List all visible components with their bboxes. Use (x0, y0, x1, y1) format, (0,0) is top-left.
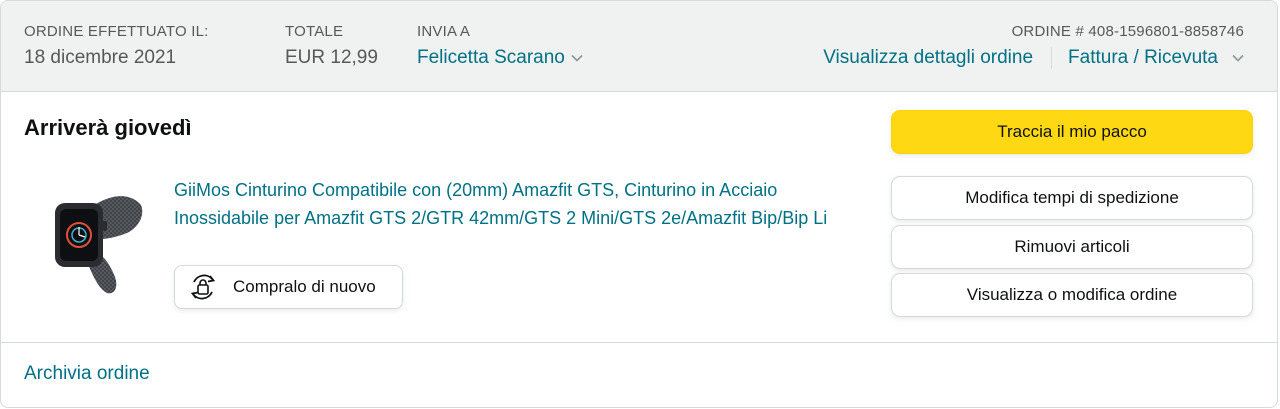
order-placed-value: 18 dicembre 2021 (24, 47, 177, 68)
total-label: TOTALE (285, 23, 344, 40)
ship-to-dropdown[interactable]: Felicetta Scarano (417, 45, 583, 71)
view-order-details-link[interactable]: Visualizza dettagli ordine (823, 47, 1033, 68)
footer-divider (1, 342, 1277, 343)
chevron-down-icon[interactable] (1232, 54, 1244, 62)
order-links: Visualizza dettagli ordine Fattura / Rice… (823, 45, 1244, 71)
order-placed-label: ORDINE EFFETTUATO IL: (24, 23, 209, 40)
link-separator (1051, 46, 1053, 69)
order-placed-block: ORDINE EFFETTUATO IL: 18 dicembre 2021 (24, 22, 209, 71)
ship-to-label: INVIA A (417, 23, 471, 40)
product-title-link[interactable]: GiiMos Cinturino Compatibile con (20mm) … (174, 176, 854, 232)
buy-again-label: Compralo di nuovo (233, 277, 376, 296)
remove-items-button[interactable]: Rimuovi articoli (891, 225, 1253, 269)
chevron-down-icon (571, 54, 583, 62)
change-delivery-button[interactable]: Modifica tempi di spedizione (891, 176, 1253, 220)
product-image[interactable] (41, 181, 151, 296)
ship-to-block: INVIA A Felicetta Scarano (417, 22, 583, 71)
order-number-block: ORDINE # 408-1596801-8858746 Visualizza … (823, 22, 1244, 71)
view-edit-order-button[interactable]: Visualizza o modifica ordine (891, 273, 1253, 317)
order-card: ORDINE EFFETTUATO IL: 18 dicembre 2021 T… (0, 0, 1278, 408)
total-value: EUR 12,99 (285, 47, 378, 68)
buy-again-icon (190, 274, 216, 300)
buy-again-button[interactable]: Compralo di nuovo (174, 265, 403, 309)
delivery-status: Arriverà giovedì (24, 115, 192, 140)
order-header: ORDINE EFFETTUATO IL: 18 dicembre 2021 T… (1, 1, 1277, 92)
ship-to-name[interactable]: Felicetta Scarano (417, 47, 565, 68)
total-block: TOTALE EUR 12,99 (285, 22, 378, 71)
track-package-button[interactable]: Traccia il mio pacco (891, 110, 1253, 154)
order-number: ORDINE # 408-1596801-8858746 (1011, 23, 1244, 40)
invoice-dropdown[interactable]: Fattura / Ricevuta (1068, 47, 1218, 68)
archive-order-link[interactable]: Archivia ordine (24, 363, 150, 385)
